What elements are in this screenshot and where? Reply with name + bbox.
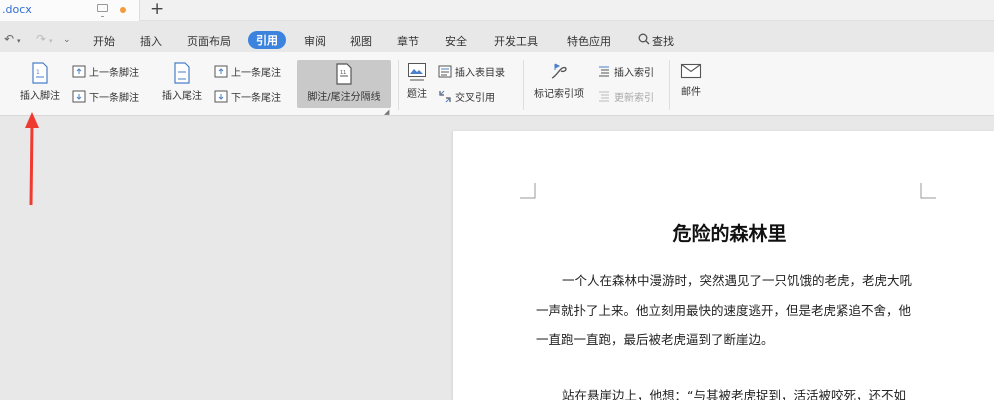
update-index-label: 更新索引 bbox=[614, 93, 654, 104]
document-page[interactable]: 危险的森林里 一个人在森林中漫游时，突然遇见了一只饥饿的老虎，老虎大吼 一声就扑… bbox=[453, 131, 994, 400]
separator-doc-icon: 11 bbox=[336, 63, 352, 85]
menu-bar: ↶ ▾ ↷ ▾ ⌄ 开始 插入 页面布局 引用 审阅 视图 章节 安全 开发工具… bbox=[0, 28, 994, 52]
ribbon-divider bbox=[523, 60, 524, 110]
unsaved-dot-icon bbox=[120, 7, 126, 13]
next-endnote-label: 下一条尾注 bbox=[231, 93, 281, 104]
menu-references[interactable]: 引用 bbox=[248, 31, 286, 49]
mail-envelope-icon bbox=[680, 63, 702, 79]
paragraph-line: 一声就扑了上来。他立刻用最快的速度逃开，但是老虎紧追不舍，他 bbox=[536, 303, 912, 318]
svg-text:1: 1 bbox=[36, 69, 40, 76]
mark-index-icon bbox=[551, 63, 567, 79]
menu-page-layout[interactable]: 页面布局 bbox=[187, 33, 231, 49]
insert-footnote-label: 插入脚注 bbox=[20, 91, 60, 102]
margin-corner-mark bbox=[920, 183, 936, 199]
document-tab-title: .docx bbox=[2, 3, 32, 16]
redo-dropdown-icon[interactable]: ▾ bbox=[49, 37, 53, 45]
menu-section[interactable]: 章节 bbox=[397, 33, 419, 49]
red-arrow-annotation bbox=[25, 112, 39, 206]
menu-developer[interactable]: 开发工具 bbox=[494, 33, 538, 49]
redo-icon[interactable]: ↷ bbox=[36, 32, 46, 46]
menu-home[interactable]: 开始 bbox=[93, 33, 115, 49]
dialog-launcher-icon[interactable]: ◢ bbox=[384, 108, 389, 116]
prev-footnote-button[interactable]: 上一条脚注 bbox=[72, 64, 139, 79]
mail-button[interactable]: 邮件 bbox=[677, 62, 705, 98]
next-footnote-label: 下一条脚注 bbox=[89, 93, 139, 104]
caption-image-icon bbox=[408, 63, 426, 81]
document-tab[interactable]: .docx bbox=[0, 0, 140, 21]
ribbon-divider bbox=[398, 60, 399, 110]
next-footnote-icon bbox=[72, 90, 86, 103]
svg-text:11: 11 bbox=[340, 70, 346, 76]
new-tab-button[interactable]: + bbox=[150, 0, 164, 19]
insert-table-of-figures-label: 插入表目录 bbox=[455, 68, 505, 79]
prev-endnote-button[interactable]: 上一条尾注 bbox=[214, 64, 281, 79]
insert-index-label: 插入索引 bbox=[614, 68, 654, 79]
search-icon[interactable] bbox=[638, 33, 650, 45]
prev-footnote-label: 上一条脚注 bbox=[89, 68, 139, 79]
footnote-separator-label: 脚注/尾注分隔线 bbox=[307, 92, 381, 103]
prev-footnote-icon bbox=[72, 65, 86, 78]
footnote-doc-icon: 1 bbox=[32, 62, 48, 84]
next-endnote-button[interactable]: 下一条尾注 bbox=[214, 89, 281, 104]
insert-index-button[interactable]: 插入索引 bbox=[597, 64, 654, 79]
mark-index-entry-button[interactable]: 标记索引项 bbox=[530, 62, 588, 100]
caption-label: 题注 bbox=[407, 89, 427, 100]
paragraph-line: 站在悬崖边上，他想：“与其被老虎捉到，活活被咬死，还不如 bbox=[562, 388, 906, 400]
prev-endnote-label: 上一条尾注 bbox=[231, 68, 281, 79]
customize-chevron-icon[interactable]: ⌄ bbox=[63, 35, 71, 45]
cross-reference-label: 交叉引用 bbox=[455, 93, 495, 104]
paragraph-line: 一个人在森林中漫游时，突然遇见了一只饥饿的老虎，老虎大吼 bbox=[562, 273, 913, 288]
menu-security[interactable]: 安全 bbox=[445, 33, 467, 49]
mail-label: 邮件 bbox=[681, 87, 701, 98]
insert-endnote-button[interactable]: 插入尾注 bbox=[158, 62, 206, 102]
update-index-icon bbox=[599, 91, 609, 102]
search-label[interactable]: 查找 bbox=[652, 33, 674, 49]
insert-footnote-button[interactable]: 1 插入脚注 bbox=[15, 62, 65, 102]
next-endnote-icon bbox=[214, 90, 228, 103]
update-index-button[interactable]: 更新索引 bbox=[597, 89, 654, 104]
table-of-figures-icon bbox=[438, 65, 452, 78]
tab-bar: .docx + bbox=[0, 0, 994, 21]
mark-index-entry-label: 标记索引项 bbox=[534, 89, 584, 100]
ribbon: 1 插入脚注 上一条脚注 下一条脚注 插入尾注 上一条尾注 下一条尾注 11 脚… bbox=[0, 52, 994, 116]
undo-dropdown-icon[interactable]: ▾ bbox=[17, 37, 21, 45]
footnote-separator-button[interactable]: 11 脚注/尾注分隔线 bbox=[297, 60, 391, 108]
next-footnote-button[interactable]: 下一条脚注 bbox=[72, 89, 139, 104]
insert-table-of-figures-button[interactable]: 插入表目录 bbox=[438, 64, 505, 79]
monitor-icon[interactable] bbox=[97, 4, 108, 17]
cross-reference-icon bbox=[439, 90, 451, 103]
menu-insert[interactable]: 插入 bbox=[140, 33, 162, 49]
ribbon-divider bbox=[669, 60, 670, 110]
undo-icon[interactable]: ↶ bbox=[4, 32, 14, 46]
menu-review[interactable]: 审阅 bbox=[304, 33, 326, 49]
paragraph-line: 一直跑一直跑，最后被老虎逼到了断崖边。 bbox=[536, 332, 774, 347]
cross-reference-button[interactable]: 交叉引用 bbox=[438, 89, 495, 104]
caption-button[interactable]: 题注 bbox=[403, 62, 431, 100]
document-title: 危险的森林里 bbox=[672, 223, 787, 245]
prev-endnote-icon bbox=[214, 65, 228, 78]
menu-featured[interactable]: 特色应用 bbox=[567, 33, 611, 49]
insert-index-icon bbox=[599, 66, 609, 77]
endnote-doc-icon bbox=[174, 62, 190, 84]
margin-corner-mark bbox=[520, 183, 536, 199]
insert-endnote-label: 插入尾注 bbox=[162, 91, 202, 102]
menu-view[interactable]: 视图 bbox=[350, 33, 372, 49]
